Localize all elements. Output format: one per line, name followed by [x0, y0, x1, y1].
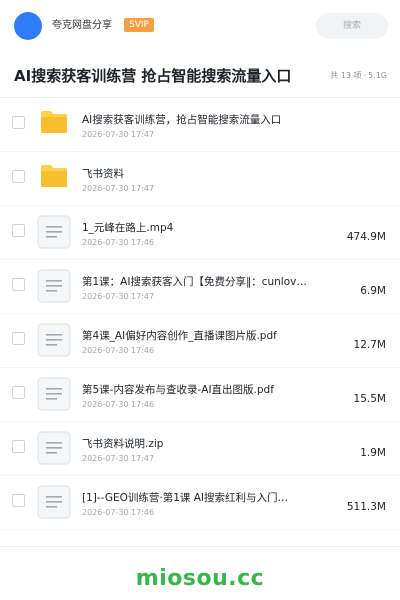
file-name[interactable]: 第1课：AI搜索获客入门【免费分享‖：cunlov…: [82, 276, 330, 289]
search-placeholder[interactable]: 搜索: [316, 13, 388, 39]
document-icon: [37, 377, 71, 411]
select-checkbox[interactable]: [12, 170, 25, 183]
search-box[interactable]: 搜索: [316, 13, 388, 39]
file-row[interactable]: 第5课-内容发布与查收录-AI直出图版.pdf 2026-07-30 17:46 1…: [0, 368, 400, 422]
top-bar: 夸克网盘分享 SVIP 搜索: [0, 0, 400, 52]
document-icon: [37, 431, 71, 465]
file-row[interactable]: [1]--GEO训练营·第1课 AI搜索红利与入门… 2026-07-30 17:…: [0, 476, 400, 530]
page-title: AI搜索获客训练营 抢占智能搜索流量入口: [14, 67, 292, 85]
file-name[interactable]: 第4课_AI偏好内容创作_直播课图片版.pdf: [82, 330, 330, 343]
file-date: 2026-07-30 17:47: [82, 130, 155, 139]
document-icon: [37, 323, 71, 357]
select-checkbox[interactable]: [12, 116, 25, 129]
file-name[interactable]: 1_元峰在路上.mp4: [82, 222, 330, 235]
file-row[interactable]: 第4课_AI偏好内容创作_直播课图片版.pdf 2026-07-30 17:46 1…: [0, 314, 400, 368]
document-icon: [37, 269, 71, 303]
file-size: 511.3M: [346, 501, 386, 513]
folder-icon: [40, 164, 68, 188]
share-meta: 共 13 项 · 5.1G: [330, 70, 387, 82]
share-title-row: AI搜索获客训练营 抢占智能搜索流量入口 共 13 项 · 5.1G: [0, 52, 400, 98]
file-row[interactable]: 1_元峰在路上.mp4 2026-07-30 17:46 474.9M: [0, 206, 400, 260]
avatar[interactable]: [14, 12, 42, 40]
file-name[interactable]: 第5课-内容发布与查收录-AI直出图版.pdf: [82, 384, 330, 397]
select-checkbox[interactable]: [12, 386, 25, 399]
file-name[interactable]: [1]--GEO训练营·第1课 AI搜索红利与入门…: [82, 492, 330, 505]
file-date: 2026-07-30 17:47: [82, 292, 155, 301]
select-checkbox[interactable]: [12, 440, 25, 453]
file-name[interactable]: 飞书资料说明.zip: [82, 438, 330, 451]
document-icon: [37, 485, 71, 519]
file-name[interactable]: 飞书资料: [82, 168, 330, 181]
file-date: 2026-07-30 17:46: [82, 346, 155, 355]
file-date: 2026-07-30 17:46: [82, 400, 155, 409]
select-checkbox[interactable]: [12, 224, 25, 237]
file-size: 6.9M: [360, 285, 386, 297]
svip-badge: SVIP: [124, 18, 154, 32]
folder-row[interactable]: AI搜索获客训练营，抢占智能搜索流量入口 2026-07-30 17:47: [0, 98, 400, 152]
file-date: 2026-07-30 17:47: [82, 184, 155, 193]
file-name[interactable]: AI搜索获客训练营，抢占智能搜索流量入口: [82, 114, 330, 127]
folder-row[interactable]: 飞书资料 2026-07-30 17:47: [0, 152, 400, 206]
total-size: 5.1G: [368, 71, 387, 80]
row-divider: [0, 529, 400, 530]
list-divider: [0, 546, 400, 547]
document-icon: [37, 215, 71, 249]
file-size: 15.5M: [353, 393, 386, 405]
select-checkbox[interactable]: [12, 332, 25, 345]
file-list: AI搜索获客训练营，抢占智能搜索流量入口 2026-07-30 17:47 飞书资料…: [0, 98, 400, 530]
file-row[interactable]: 第1课：AI搜索获客入门【免费分享‖：cunlov… 2026-07-30 17:…: [0, 260, 400, 314]
file-date: 2026-07-30 17:47: [82, 454, 155, 463]
file-size: 1.9M: [360, 447, 386, 459]
file-date: 2026-07-30 17:46: [82, 508, 155, 517]
meta-separator: ·: [363, 71, 367, 80]
file-size: 474.9M: [346, 231, 386, 243]
user-name[interactable]: 夸克网盘分享: [52, 20, 112, 32]
file-date: 2026-07-30 17:46: [82, 238, 155, 247]
file-row[interactable]: 飞书资料说明.zip 2026-07-30 17:47 1.9M: [0, 422, 400, 476]
select-checkbox[interactable]: [12, 278, 25, 291]
select-checkbox[interactable]: [12, 494, 25, 507]
watermark: miosou.cc: [135, 566, 265, 591]
item-count: 共 13 项: [330, 71, 362, 80]
folder-icon: [40, 110, 68, 134]
file-size: 12.7M: [353, 339, 386, 351]
